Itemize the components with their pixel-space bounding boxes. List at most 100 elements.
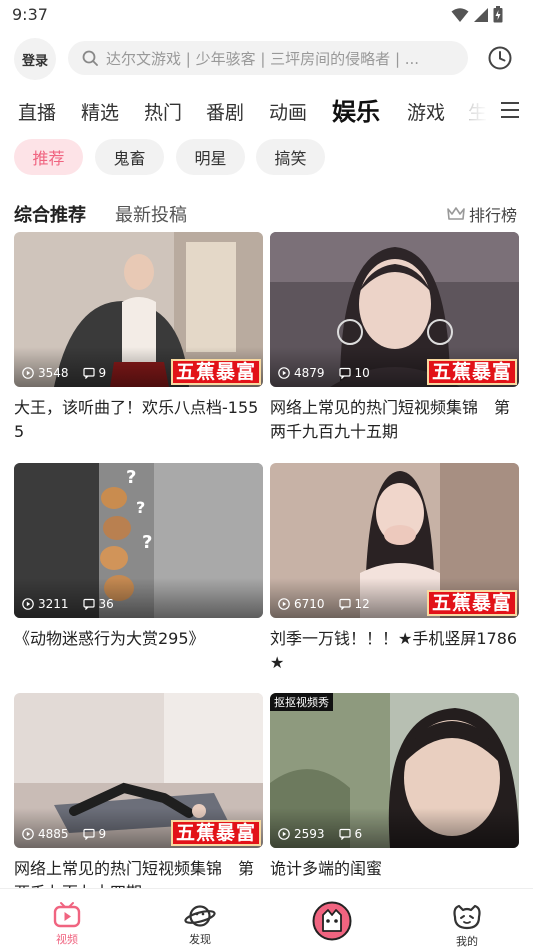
svg-text:?: ?	[136, 498, 145, 517]
feed-header: 综合推荐 最新投稿 排行榜	[0, 198, 533, 226]
video-stats: 6710 12	[278, 597, 370, 611]
status-bar: 9:37	[0, 0, 533, 30]
video-thumbnail[interactable]: 3548 9 五蕉暴富	[14, 232, 263, 387]
video-title[interactable]: 刘季一万钱！！！★手机竖屏1786★	[270, 627, 519, 675]
wifi-icon	[451, 7, 469, 22]
promo-banner: 五蕉暴富	[426, 359, 517, 385]
play-count: 4885	[38, 827, 69, 841]
play-count: 4879	[294, 366, 325, 380]
nav-mine[interactable]: 我的	[427, 903, 507, 948]
video-title[interactable]: 《动物迷惑行为大赏295》	[14, 627, 263, 675]
nav-center[interactable]	[292, 901, 372, 943]
nav-discover[interactable]: 发现	[160, 903, 240, 947]
play-count-icon	[22, 367, 34, 379]
comment-icon	[338, 828, 351, 840]
video-stats: 4879 10	[278, 366, 370, 380]
comment-icon	[82, 367, 95, 379]
video-card[interactable]: 3548 9 五蕉暴富 大王，该听曲了！欢乐八点档-1555	[14, 232, 263, 444]
comment-count: 12	[354, 597, 370, 611]
top-bar: 登录 达尔文游戏 | 少年骇客 | 三坪房间的侵略者 | ...	[0, 36, 533, 80]
svg-text:?: ?	[142, 532, 152, 553]
comment-icon	[82, 828, 95, 840]
promo-banner: 五蕉暴富	[426, 590, 517, 616]
tab-games[interactable]: 游戏	[407, 98, 445, 125]
feed-tab-overall[interactable]: 综合推荐	[14, 201, 86, 227]
comment-count: 10	[354, 366, 370, 380]
login-button[interactable]: 登录	[14, 38, 56, 80]
comment-icon	[338, 367, 351, 379]
video-card[interactable]: 4885 9 五蕉暴富 网络上常见的热门短视频集锦 第两千九百九十四期	[14, 693, 263, 905]
svg-text:?: ?	[126, 467, 136, 488]
comment-count: 36	[98, 597, 114, 611]
video-title[interactable]: 网络上常见的热门短视频集锦 第两千九百九十五期	[270, 396, 519, 444]
nav-video-label: 视频	[56, 933, 78, 946]
video-stats: 3548 9	[22, 366, 106, 380]
nav-discover-label: 发现	[189, 933, 211, 946]
status-time: 9:37	[12, 5, 48, 24]
subtab-kichiku[interactable]: 鬼畜	[95, 139, 164, 175]
tab-entertainment[interactable]: 娱乐	[332, 92, 380, 127]
history-icon[interactable]	[487, 45, 513, 71]
comment-count: 9	[98, 827, 107, 841]
comment-count: 6	[354, 827, 363, 841]
play-count-icon	[278, 598, 290, 610]
play-count: 3548	[38, 366, 69, 380]
play-count: 2593	[294, 827, 325, 841]
crown-icon	[447, 207, 465, 220]
source-tag: 抠抠视频秀	[270, 693, 333, 711]
subtab-celebrity[interactable]: 明星	[176, 139, 245, 175]
center-mascot-icon	[312, 901, 352, 941]
video-thumbnail[interactable]: 抠抠视频秀 2593 6	[270, 693, 519, 848]
video-stats: 3211 36	[22, 597, 114, 611]
sub-tabs: 推荐 鬼畜 明星 搞笑	[0, 139, 533, 175]
signal-icon	[474, 7, 488, 22]
video-card[interactable]: 6710 12 五蕉暴富 刘季一万钱！！！★手机竖屏1786★	[270, 463, 519, 675]
play-count: 3211	[38, 597, 69, 611]
ranking-link[interactable]: 排行榜	[446, 202, 517, 226]
tv-icon	[53, 902, 81, 928]
comment-icon	[82, 598, 95, 610]
video-stats: 4885 9	[22, 827, 106, 841]
status-icons	[451, 6, 503, 23]
search-icon	[82, 50, 98, 66]
comment-icon	[338, 598, 351, 610]
video-thumbnail[interactable]: 4885 9 五蕉暴富	[14, 693, 263, 848]
mascot-face-icon	[453, 904, 481, 930]
tab-entertainment-label: 娱乐	[332, 98, 380, 126]
video-card[interactable]: ? ? ? 3211 36 《动物迷惑行为大赏295》	[14, 463, 263, 675]
menu-icon[interactable]	[500, 100, 520, 120]
ranking-label: 排行榜	[469, 206, 518, 225]
video-title[interactable]: 大王，该听曲了！欢乐八点档-1555	[14, 396, 263, 444]
tab-live[interactable]: 直播	[18, 98, 56, 125]
battery-icon	[493, 6, 503, 23]
planet-icon	[184, 905, 216, 927]
tab-hot[interactable]: 热门	[144, 98, 182, 125]
nav-video[interactable]: 视频	[27, 901, 107, 947]
feed-tab-latest[interactable]: 最新投稿	[115, 201, 187, 227]
play-count-icon	[278, 367, 290, 379]
search-placeholder: 达尔文游戏 | 少年骇客 | 三坪房间的侵略者 | ...	[106, 49, 420, 68]
promo-banner: 五蕉暴富	[170, 820, 261, 846]
tab-featured[interactable]: 精选	[81, 98, 119, 125]
subtab-recommend[interactable]: 推荐	[14, 139, 83, 175]
play-count: 6710	[294, 597, 325, 611]
play-count-icon	[22, 598, 34, 610]
bottom-nav: 视频 发现 我的	[0, 888, 533, 948]
tab-animation[interactable]: 动画	[269, 98, 307, 125]
video-card[interactable]: 抠抠视频秀 2593 6 诡计多端的闺蜜	[270, 693, 519, 905]
search-bar[interactable]: 达尔文游戏 | 少年骇客 | 三坪房间的侵略者 | ...	[68, 41, 468, 75]
category-tabs: 直播 精选 热门 番剧 动画 娱乐 游戏 生	[0, 90, 533, 132]
promo-banner: 五蕉暴富	[170, 359, 261, 385]
tabs-fade	[470, 90, 488, 132]
video-thumbnail[interactable]: 4879 10 五蕉暴富	[270, 232, 519, 387]
video-thumbnail[interactable]: ? ? ? 3211 36	[14, 463, 263, 618]
subtab-funny[interactable]: 搞笑	[256, 139, 325, 175]
nav-mine-label: 我的	[456, 935, 478, 948]
play-count-icon	[278, 828, 290, 840]
tab-bangumi[interactable]: 番剧	[206, 98, 244, 125]
play-count-icon	[22, 828, 34, 840]
video-stats: 2593 6	[278, 827, 362, 841]
video-thumbnail[interactable]: 6710 12 五蕉暴富	[270, 463, 519, 618]
video-card[interactable]: 4879 10 五蕉暴富 网络上常见的热门短视频集锦 第两千九百九十五期	[270, 232, 519, 444]
comment-count: 9	[98, 366, 107, 380]
